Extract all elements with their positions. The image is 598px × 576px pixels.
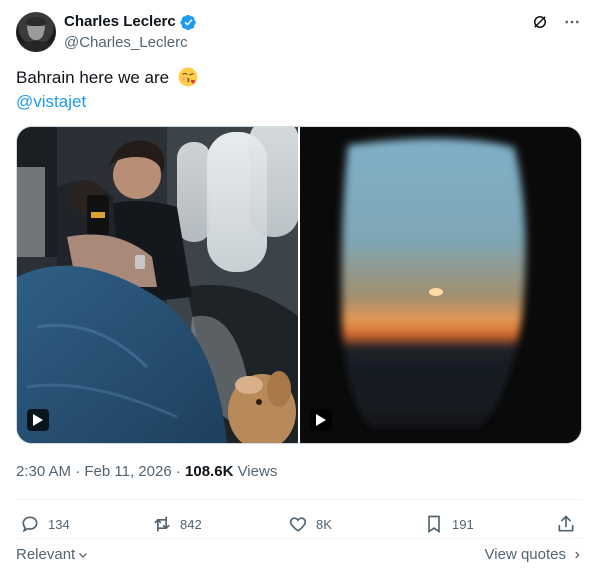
share-icon bbox=[558, 515, 574, 532]
chevron-down-icon bbox=[79, 552, 88, 558]
repost-count: 842 bbox=[180, 516, 202, 532]
grok-icon[interactable] bbox=[530, 12, 550, 32]
mention-link[interactable]: @vistajet bbox=[16, 90, 198, 114]
bookmark-count: 191 bbox=[452, 516, 474, 532]
cabin-scene bbox=[17, 127, 298, 443]
tweet-header: Charles Leclerc @Charles_Leclerc bbox=[16, 12, 582, 56]
avatar[interactable] bbox=[16, 12, 56, 52]
play-icon bbox=[316, 414, 326, 426]
reply-button[interactable]: 134 bbox=[20, 508, 70, 540]
media-video-window-sunset[interactable] bbox=[300, 127, 581, 443]
avatar-hair bbox=[26, 17, 46, 26]
views-count: 108.6K bbox=[185, 463, 234, 480]
verified-badge-icon bbox=[180, 14, 196, 30]
tweet-date[interactable]: Feb 11, 2026 bbox=[84, 463, 171, 480]
reply-icon bbox=[22, 516, 38, 533]
tweet-meta: 2:30 AM · Feb 11, 2026 · 108.6K Views bbox=[16, 462, 277, 482]
view-quotes-link[interactable]: View quotes bbox=[485, 546, 582, 563]
repost-button[interactable]: 842 bbox=[152, 508, 202, 540]
like-button[interactable]: 8K bbox=[288, 508, 332, 540]
header-actions bbox=[530, 12, 582, 32]
bookmark-icon bbox=[428, 515, 440, 534]
divider bbox=[16, 538, 582, 539]
replies-footer: Relevant View quotes bbox=[16, 546, 582, 566]
media-video-cabin[interactable] bbox=[17, 127, 298, 443]
meta-separator: · bbox=[75, 463, 81, 480]
meta-separator: · bbox=[175, 463, 181, 480]
tweet-actions: 134 842 8K 191 bbox=[16, 508, 582, 540]
tweet-text: Bahrain here we are @vistajet bbox=[16, 66, 198, 114]
views-label: Views bbox=[237, 463, 278, 480]
play-button[interactable] bbox=[27, 409, 49, 431]
play-icon bbox=[33, 414, 43, 426]
sunset-window-scene bbox=[300, 127, 581, 443]
play-button[interactable] bbox=[310, 409, 332, 431]
share-button[interactable] bbox=[556, 508, 576, 540]
sort-dropdown[interactable]: Relevant bbox=[16, 546, 89, 563]
sort-label: Relevant bbox=[16, 546, 76, 563]
more-icon[interactable] bbox=[562, 12, 582, 32]
author-block: Charles Leclerc @Charles_Leclerc bbox=[64, 12, 197, 53]
heart-icon bbox=[289, 517, 307, 532]
author-display-name[interactable]: Charles Leclerc bbox=[64, 12, 176, 32]
reply-count: 134 bbox=[48, 516, 70, 532]
bookmark-button[interactable]: 191 bbox=[424, 508, 474, 540]
author-handle[interactable]: @Charles_Leclerc bbox=[64, 33, 197, 53]
repost-icon bbox=[154, 516, 170, 532]
face-blowing-kiss-icon bbox=[178, 67, 198, 87]
view-quotes-label: View quotes bbox=[484, 546, 566, 563]
media-grid bbox=[16, 126, 582, 444]
author-display-name-row[interactable]: Charles Leclerc bbox=[64, 12, 197, 32]
chevron-right-icon bbox=[575, 551, 580, 558]
like-count: 8K bbox=[316, 516, 332, 532]
tweet-time[interactable]: 2:30 AM bbox=[16, 463, 71, 480]
tweet-text-body: Bahrain here we are bbox=[16, 68, 170, 87]
avatar-shoulders bbox=[18, 41, 54, 52]
divider bbox=[16, 499, 582, 500]
